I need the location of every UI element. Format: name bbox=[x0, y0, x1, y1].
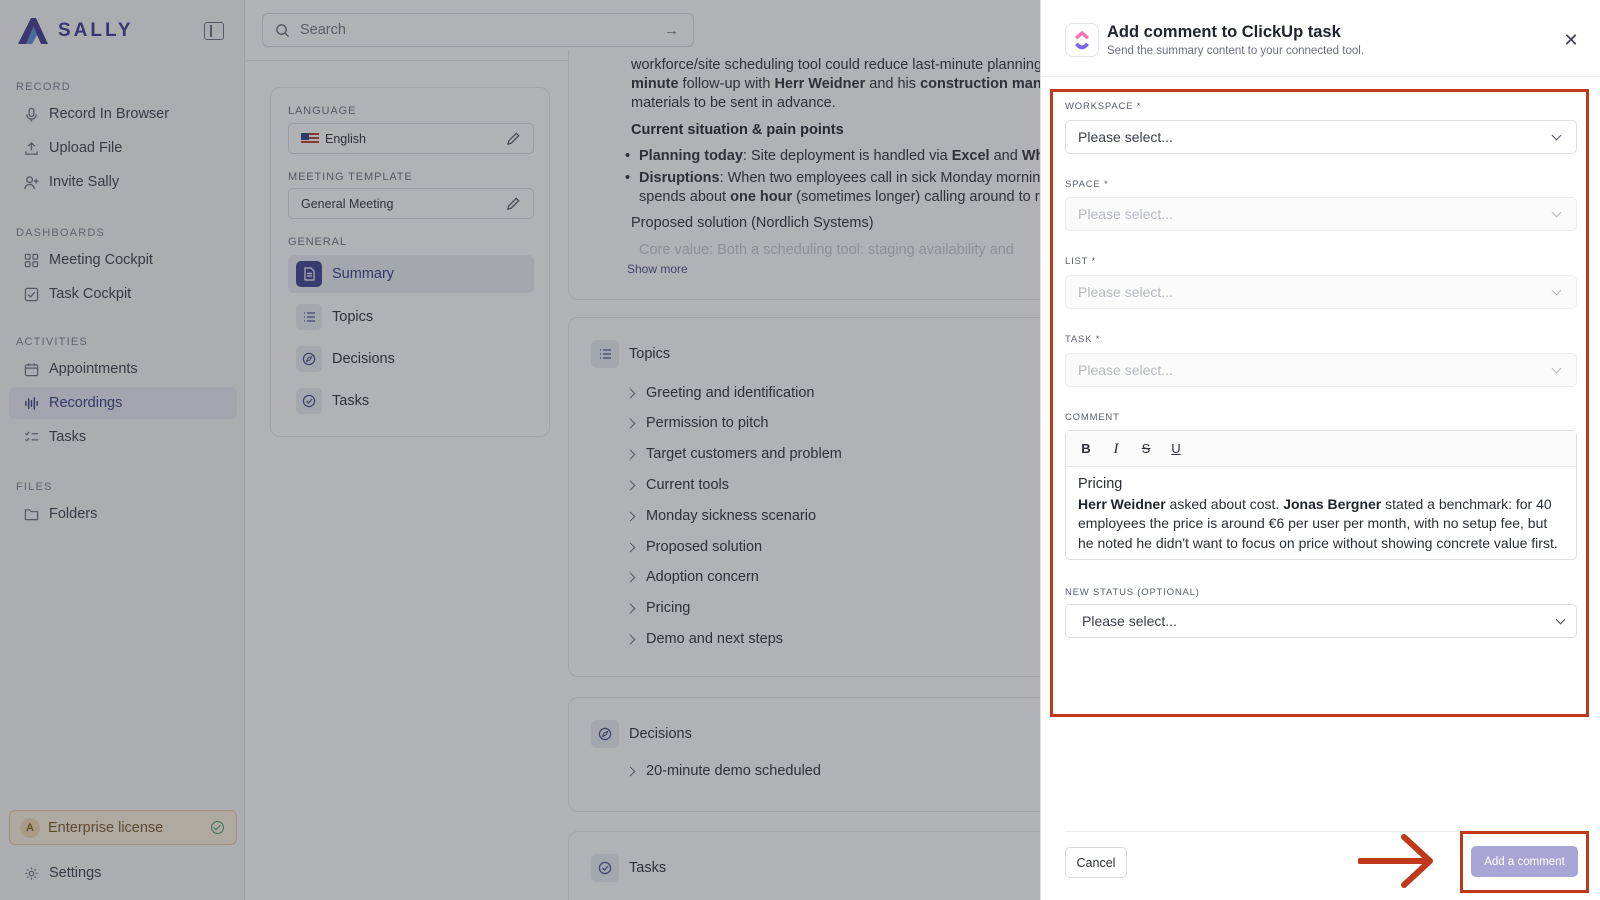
button-highlight-box bbox=[1460, 831, 1589, 893]
header-divider bbox=[1041, 76, 1600, 77]
modal-subtitle: Send the summary content to your connect… bbox=[1107, 45, 1364, 57]
modal-backdrop[interactable] bbox=[0, 0, 1040, 900]
close-icon[interactable]: ✕ bbox=[1561, 30, 1581, 50]
cancel-button[interactable]: Cancel bbox=[1065, 847, 1127, 878]
form-highlight-box bbox=[1050, 89, 1589, 717]
annotation-arrow-icon bbox=[1358, 834, 1433, 888]
modal-title: Add comment to ClickUp task bbox=[1107, 23, 1341, 41]
clickup-logo-icon bbox=[1065, 23, 1099, 57]
